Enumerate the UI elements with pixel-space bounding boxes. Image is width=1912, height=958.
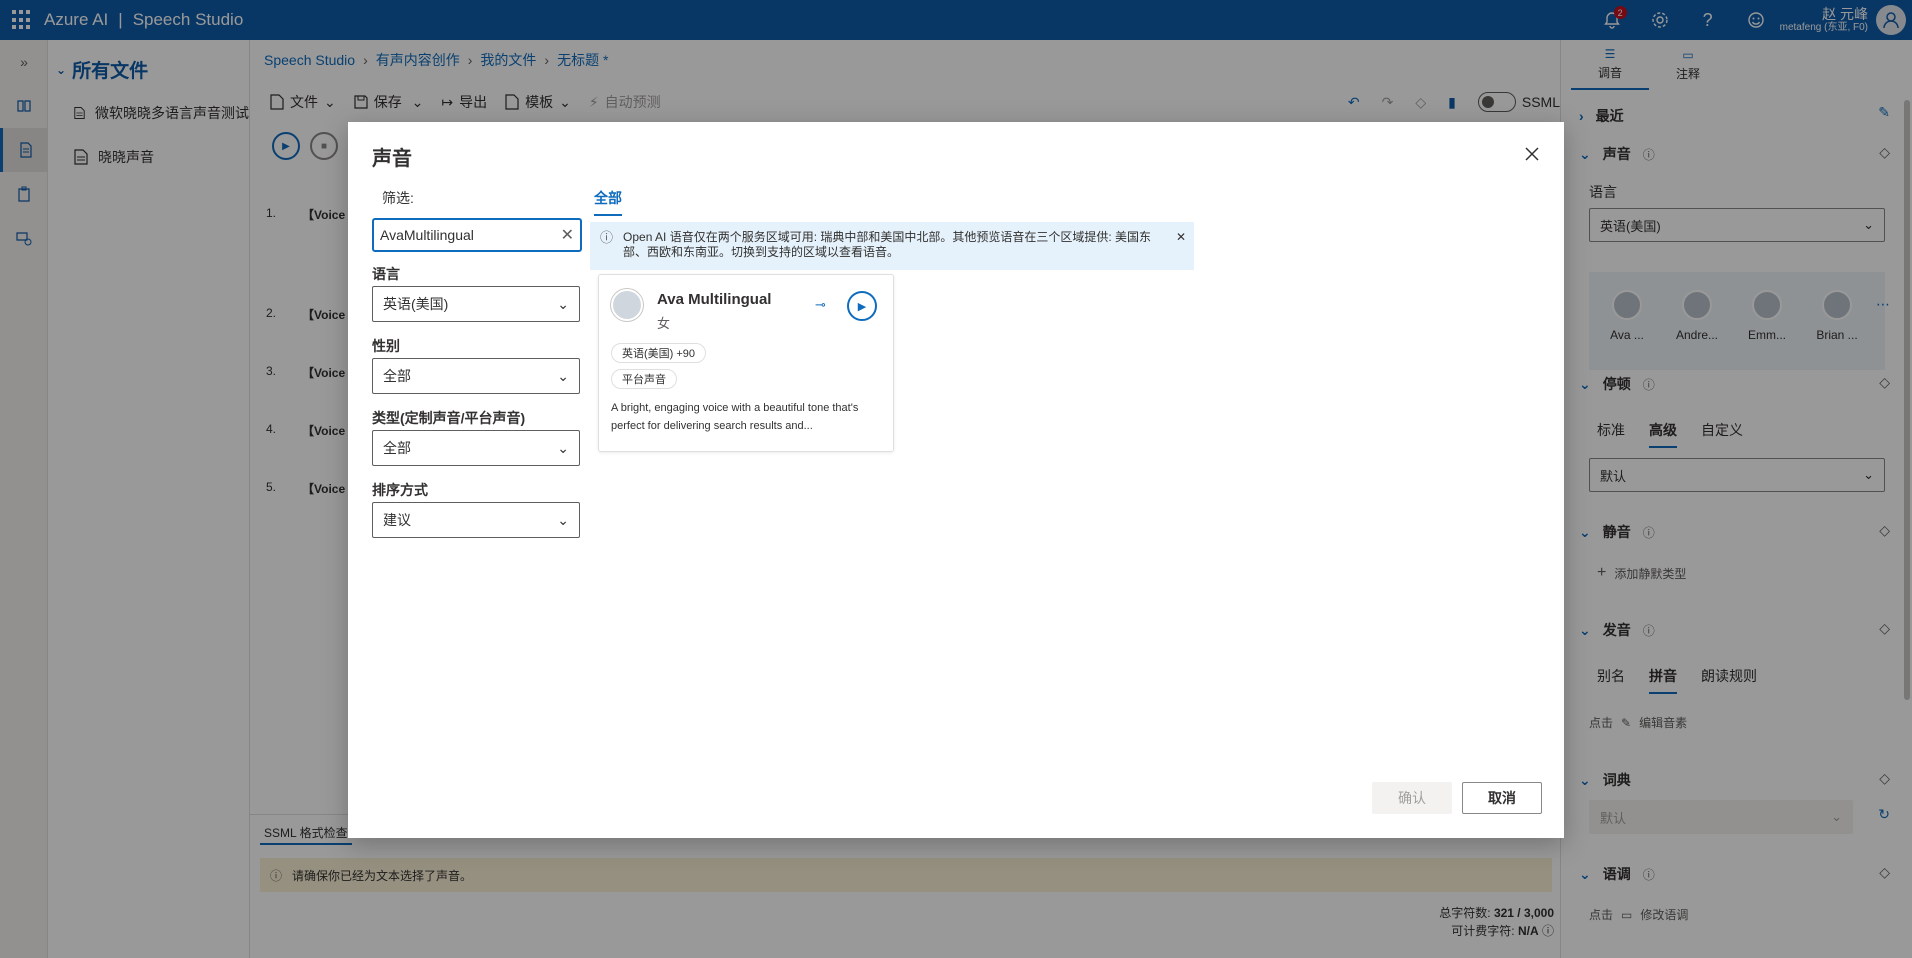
play-icon: ▶ xyxy=(857,300,867,313)
sort-select[interactable]: 建议 ⌄ xyxy=(372,502,580,538)
search-input[interactable] xyxy=(380,227,550,243)
chevron-down-icon: ⌄ xyxy=(557,295,569,312)
dialog-title: 声音 xyxy=(372,148,412,170)
info-bar: ⓘ Open AI 语音仅在两个服务区域可用: 瑞典中部和美国中北部。其他预览语… xyxy=(590,222,1194,270)
chevron-down-icon: ⌄ xyxy=(557,367,569,384)
cancel-button[interactable]: 取消 xyxy=(1462,782,1542,814)
voice-name: Ava Multilingual xyxy=(657,291,772,308)
chevron-down-icon: ⌄ xyxy=(557,439,569,456)
info-text: Open AI 语音仅在两个服务区域可用: 瑞典中部和美国中北部。其他预览语音在… xyxy=(623,230,1152,259)
sort-label: 排序方式 xyxy=(372,482,428,498)
close-icon xyxy=(1525,147,1539,161)
dismiss-icon[interactable]: ✕ xyxy=(1176,230,1186,245)
avatar xyxy=(611,289,643,321)
play-sample-button[interactable]: ▶ xyxy=(847,291,877,321)
type-label: 类型(定制声音/平台声音) xyxy=(372,410,526,426)
language-label: 语言 xyxy=(372,266,400,282)
language-chip: 英语(美国) +90 xyxy=(611,343,707,363)
type-chip: 平台声音 xyxy=(611,369,677,389)
search-field[interactable]: ✕ xyxy=(372,218,582,252)
pin-icon[interactable]: ⊸ xyxy=(815,297,826,313)
language-select[interactable]: 英语(美国) ⌄ xyxy=(372,286,580,322)
filter-label: 筛选: xyxy=(382,190,414,206)
tab-all[interactable]: 全部 xyxy=(594,188,622,216)
voice-gender: 女 xyxy=(657,316,671,331)
voice-card[interactable]: Ava Multilingual 女 ⊸ ▶ 英语(美国) +90 平台声音 A… xyxy=(598,274,894,452)
info-icon: ⓘ xyxy=(600,230,614,245)
clear-icon[interactable]: ✕ xyxy=(561,225,574,245)
confirm-button[interactable]: 确认 xyxy=(1372,782,1452,814)
gender-select[interactable]: 全部 ⌄ xyxy=(372,358,580,394)
voice-dialog: 声音 筛选: ✕ 语言 英语(美国)⌄ 性别 全部⌄ 类型(定制声音/平台声音)… xyxy=(348,122,1564,838)
voice-description: A bright, engaging voice with a beautifu… xyxy=(611,402,859,432)
gender-label: 性别 xyxy=(372,338,400,354)
type-select[interactable]: 全部 ⌄ xyxy=(372,430,580,466)
chevron-down-icon: ⌄ xyxy=(557,511,569,528)
close-button[interactable] xyxy=(1520,142,1544,166)
